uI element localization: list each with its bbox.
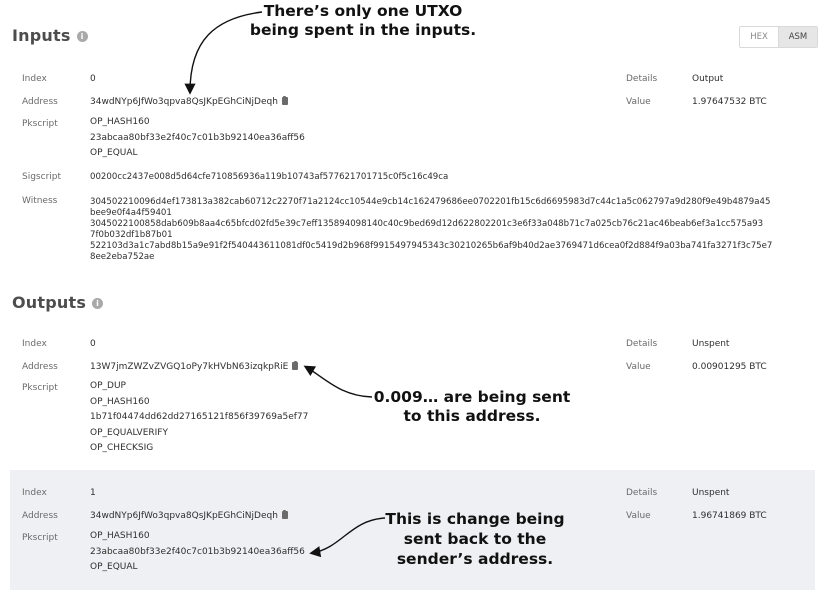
arrow-to-output-0-address — [303, 365, 373, 398]
annotation-arrows — [184, 11, 386, 558]
arrow-to-input-address — [184, 11, 263, 95]
arrow-to-output-1-pkscript — [309, 517, 386, 558]
